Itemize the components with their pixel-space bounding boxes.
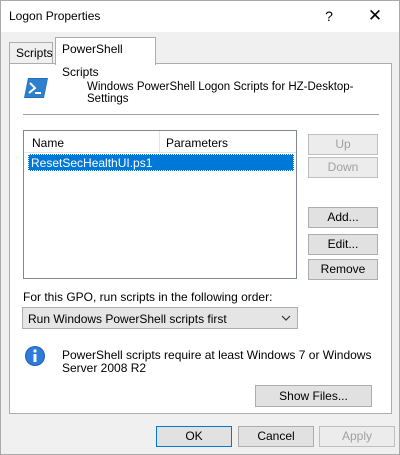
- cancel-button[interactable]: Cancel: [238, 426, 314, 447]
- script-order-value: Run Windows PowerShell scripts first: [28, 312, 227, 326]
- up-button[interactable]: Up: [308, 134, 378, 155]
- chevron-down-icon: [281, 315, 291, 321]
- column-header-parameters[interactable]: Parameters: [166, 136, 228, 150]
- powershell-scripts-panel: Windows PowerShell Logon Scripts for HZ-…: [9, 63, 392, 414]
- column-header-name[interactable]: Name: [32, 136, 64, 150]
- ok-button[interactable]: OK: [156, 426, 232, 447]
- column-divider[interactable]: [159, 131, 160, 153]
- close-button[interactable]: ✕: [361, 5, 389, 27]
- help-button[interactable]: ?: [315, 5, 343, 27]
- add-button[interactable]: Add...: [308, 207, 378, 228]
- title-bar: Logon Properties ? ✕: [1, 1, 399, 32]
- list-item-name: ResetSecHealthUI.ps1: [31, 156, 153, 170]
- list-header: Name Parameters: [24, 131, 296, 153]
- tab-powershell-scripts[interactable]: PowerShell Scripts: [55, 37, 156, 79]
- info-icon: [25, 346, 45, 366]
- list-item[interactable]: ResetSecHealthUI.ps1: [28, 154, 294, 171]
- down-button[interactable]: Down: [308, 157, 378, 178]
- info-message: PowerShell scripts require at least Wind…: [62, 348, 372, 375]
- scripts-list[interactable]: Name Parameters ResetSecHealthUI.ps1: [23, 130, 297, 279]
- tab-scripts[interactable]: Scripts: [9, 42, 53, 64]
- window-title: Logon Properties: [9, 9, 101, 23]
- apply-button[interactable]: Apply: [319, 426, 395, 447]
- logon-properties-dialog: Logon Properties ? ✕ Scripts PowerShell …: [0, 0, 400, 455]
- panel-header: Windows PowerShell Logon Scripts for HZ-…: [87, 81, 354, 105]
- separator: [23, 114, 379, 115]
- powershell-icon: [24, 78, 48, 98]
- script-order-select[interactable]: Run Windows PowerShell scripts first: [22, 307, 298, 329]
- remove-button[interactable]: Remove: [308, 259, 378, 280]
- order-label: For this GPO, run scripts in the followi…: [23, 290, 273, 304]
- show-files-button[interactable]: Show Files...: [255, 385, 372, 407]
- edit-button[interactable]: Edit...: [308, 234, 378, 255]
